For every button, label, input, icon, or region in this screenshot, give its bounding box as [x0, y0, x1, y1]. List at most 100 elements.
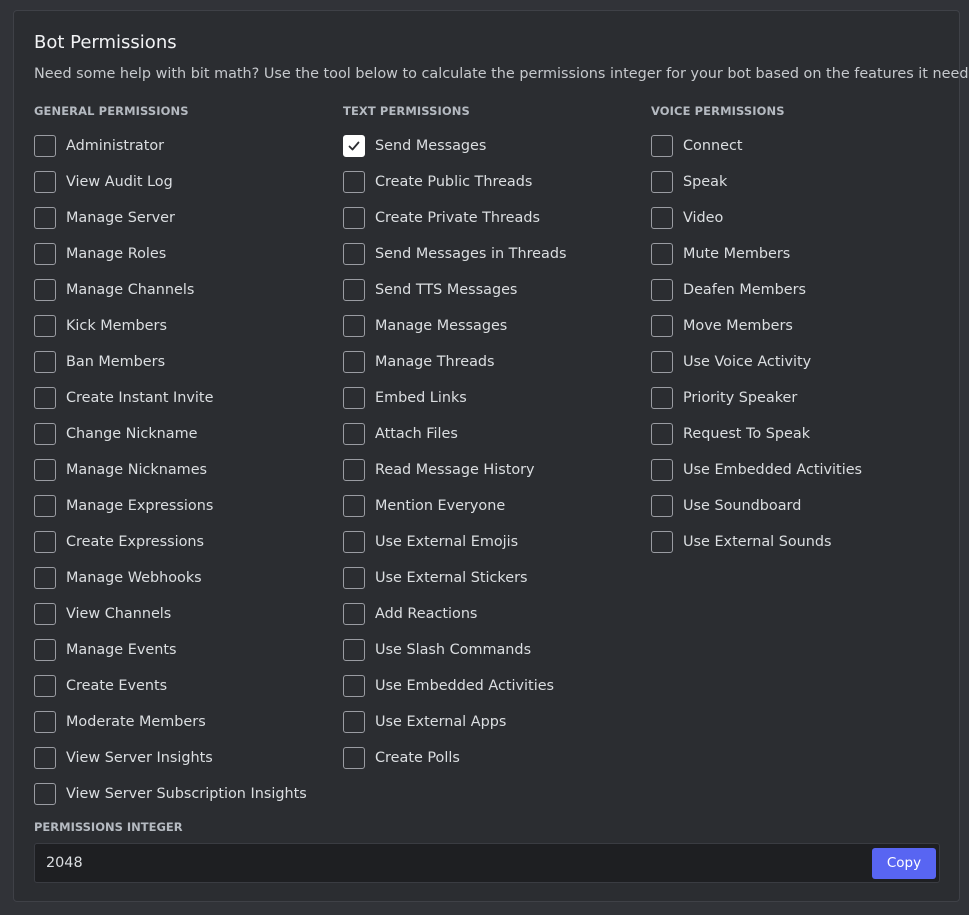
- permission-use-soundboard[interactable]: Use Soundboard: [651, 488, 862, 524]
- checkbox-send-tts-messages[interactable]: [343, 279, 365, 301]
- checkbox-change-nickname[interactable]: [34, 423, 56, 445]
- checkbox-manage-threads[interactable]: [343, 351, 365, 373]
- checkbox-manage-channels[interactable]: [34, 279, 56, 301]
- checkbox-administrator[interactable]: [34, 135, 56, 157]
- checkbox-attach-files[interactable]: [343, 423, 365, 445]
- checkbox-read-message-history[interactable]: [343, 459, 365, 481]
- checkbox-create-polls[interactable]: [343, 747, 365, 769]
- permission-manage-channels[interactable]: Manage Channels: [34, 272, 307, 308]
- permission-embed-links[interactable]: Embed Links: [343, 380, 566, 416]
- checkbox-create-public-threads[interactable]: [343, 171, 365, 193]
- checkbox-embed-links[interactable]: [343, 387, 365, 409]
- checkbox-manage-messages[interactable]: [343, 315, 365, 337]
- permission-use-embedded-activities[interactable]: Use Embedded Activities: [651, 452, 862, 488]
- permission-move-members[interactable]: Move Members: [651, 308, 862, 344]
- permission-use-external-emojis[interactable]: Use External Emojis: [343, 524, 566, 560]
- checkbox-use-slash-commands[interactable]: [343, 639, 365, 661]
- permission-attach-files[interactable]: Attach Files: [343, 416, 566, 452]
- checkbox-use-external-apps[interactable]: [343, 711, 365, 733]
- checkbox-deafen-members[interactable]: [651, 279, 673, 301]
- permission-manage-threads[interactable]: Manage Threads: [343, 344, 566, 380]
- checkbox-create-instant-invite[interactable]: [34, 387, 56, 409]
- permission-send-messages[interactable]: Send Messages: [343, 128, 566, 164]
- permission-kick-members[interactable]: Kick Members: [34, 308, 307, 344]
- checkbox-use-soundboard[interactable]: [651, 495, 673, 517]
- checkbox-manage-roles[interactable]: [34, 243, 56, 265]
- permission-request-to-speak[interactable]: Request To Speak: [651, 416, 862, 452]
- checkbox-ban-members[interactable]: [34, 351, 56, 373]
- permission-view-channels[interactable]: View Channels: [34, 596, 307, 632]
- checkbox-view-audit-log[interactable]: [34, 171, 56, 193]
- checkbox-connect[interactable]: [651, 135, 673, 157]
- permission-use-slash-commands[interactable]: Use Slash Commands: [343, 632, 566, 668]
- permission-mute-members[interactable]: Mute Members: [651, 236, 862, 272]
- checkbox-move-members[interactable]: [651, 315, 673, 337]
- checkbox-manage-server[interactable]: [34, 207, 56, 229]
- permissions-integer-value[interactable]: 2048: [46, 853, 83, 873]
- permission-create-private-threads[interactable]: Create Private Threads: [343, 200, 566, 236]
- checkbox-manage-events[interactable]: [34, 639, 56, 661]
- permission-send-messages-in-threads[interactable]: Send Messages in Threads: [343, 236, 566, 272]
- permission-change-nickname[interactable]: Change Nickname: [34, 416, 307, 452]
- checkbox-priority-speaker[interactable]: [651, 387, 673, 409]
- permission-manage-server[interactable]: Manage Server: [34, 200, 307, 236]
- checkbox-manage-nicknames[interactable]: [34, 459, 56, 481]
- permission-manage-roles[interactable]: Manage Roles: [34, 236, 307, 272]
- checkbox-use-external-sounds[interactable]: [651, 531, 673, 553]
- permission-use-voice-activity[interactable]: Use Voice Activity: [651, 344, 862, 380]
- permission-view-server-insights[interactable]: View Server Insights: [34, 740, 307, 776]
- permission-read-message-history[interactable]: Read Message History: [343, 452, 566, 488]
- permission-administrator[interactable]: Administrator: [34, 128, 307, 164]
- checkbox-use-voice-activity[interactable]: [651, 351, 673, 373]
- permission-create-expressions[interactable]: Create Expressions: [34, 524, 307, 560]
- checkbox-send-messages[interactable]: [343, 135, 365, 157]
- checkbox-create-expressions[interactable]: [34, 531, 56, 553]
- permission-manage-events[interactable]: Manage Events: [34, 632, 307, 668]
- checkbox-mention-everyone[interactable]: [343, 495, 365, 517]
- permission-deafen-members[interactable]: Deafen Members: [651, 272, 862, 308]
- checkbox-manage-expressions[interactable]: [34, 495, 56, 517]
- copy-button[interactable]: Copy: [872, 848, 936, 879]
- permission-view-audit-log[interactable]: View Audit Log: [34, 164, 307, 200]
- permission-create-instant-invite[interactable]: Create Instant Invite: [34, 380, 307, 416]
- checkbox-manage-webhooks[interactable]: [34, 567, 56, 589]
- permission-manage-nicknames[interactable]: Manage Nicknames: [34, 452, 307, 488]
- permissions-integer-field[interactable]: 2048 Copy: [34, 843, 940, 883]
- checkbox-kick-members[interactable]: [34, 315, 56, 337]
- permission-connect[interactable]: Connect: [651, 128, 862, 164]
- permission-manage-expressions[interactable]: Manage Expressions: [34, 488, 307, 524]
- permission-use-embedded-activities[interactable]: Use Embedded Activities: [343, 668, 566, 704]
- permission-video[interactable]: Video: [651, 200, 862, 236]
- permission-use-external-stickers[interactable]: Use External Stickers: [343, 560, 566, 596]
- checkbox-use-embedded-activities[interactable]: [651, 459, 673, 481]
- checkbox-create-events[interactable]: [34, 675, 56, 697]
- permission-create-polls[interactable]: Create Polls: [343, 740, 566, 776]
- checkbox-speak[interactable]: [651, 171, 673, 193]
- checkbox-view-server-subscription-insights[interactable]: [34, 783, 56, 805]
- permission-manage-messages[interactable]: Manage Messages: [343, 308, 566, 344]
- checkbox-video[interactable]: [651, 207, 673, 229]
- checkbox-request-to-speak[interactable]: [651, 423, 673, 445]
- checkbox-create-private-threads[interactable]: [343, 207, 365, 229]
- permission-send-tts-messages[interactable]: Send TTS Messages: [343, 272, 566, 308]
- permission-create-public-threads[interactable]: Create Public Threads: [343, 164, 566, 200]
- permission-add-reactions[interactable]: Add Reactions: [343, 596, 566, 632]
- permission-moderate-members[interactable]: Moderate Members: [34, 704, 307, 740]
- checkbox-send-messages-in-threads[interactable]: [343, 243, 365, 265]
- permission-create-events[interactable]: Create Events: [34, 668, 307, 704]
- permission-priority-speaker[interactable]: Priority Speaker: [651, 380, 862, 416]
- checkbox-moderate-members[interactable]: [34, 711, 56, 733]
- checkbox-add-reactions[interactable]: [343, 603, 365, 625]
- permission-use-external-apps[interactable]: Use External Apps: [343, 704, 566, 740]
- permission-manage-webhooks[interactable]: Manage Webhooks: [34, 560, 307, 596]
- checkbox-view-channels[interactable]: [34, 603, 56, 625]
- checkbox-view-server-insights[interactable]: [34, 747, 56, 769]
- permission-mention-everyone[interactable]: Mention Everyone: [343, 488, 566, 524]
- permission-ban-members[interactable]: Ban Members: [34, 344, 307, 380]
- checkbox-use-external-stickers[interactable]: [343, 567, 365, 589]
- permission-use-external-sounds[interactable]: Use External Sounds: [651, 524, 862, 560]
- checkbox-use-embedded-activities[interactable]: [343, 675, 365, 697]
- permission-speak[interactable]: Speak: [651, 164, 862, 200]
- permission-view-server-subscription-insights[interactable]: View Server Subscription Insights: [34, 776, 307, 812]
- checkbox-use-external-emojis[interactable]: [343, 531, 365, 553]
